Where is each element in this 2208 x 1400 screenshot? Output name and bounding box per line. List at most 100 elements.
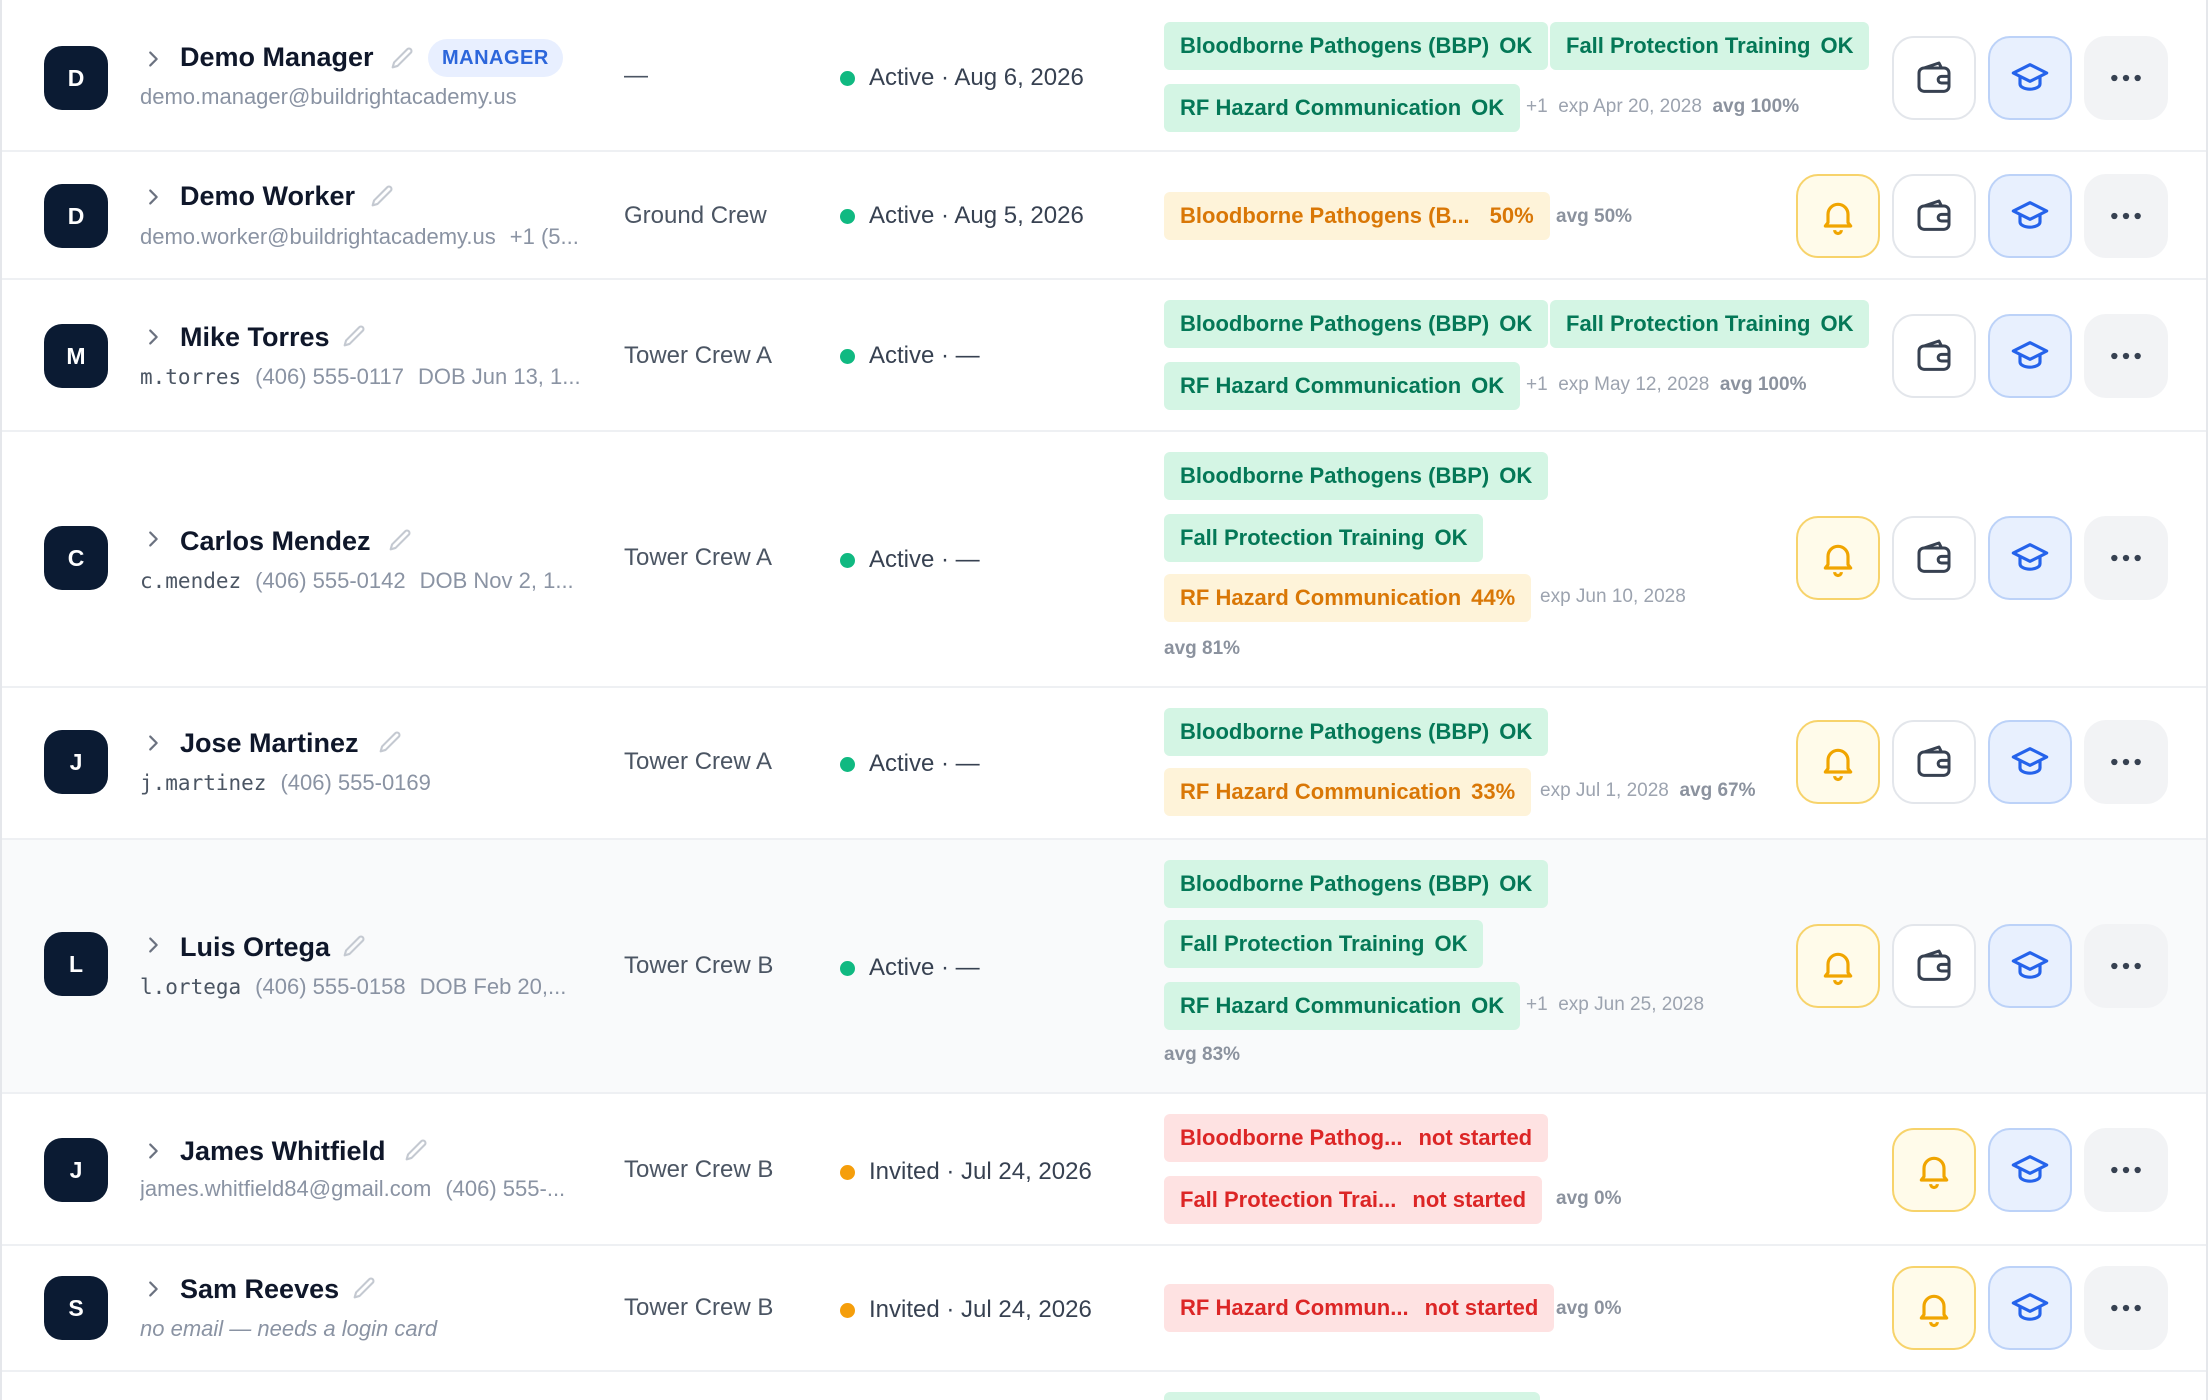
cert-badge: Bloodborne Pathogens (BBP) OK [1164, 860, 1549, 908]
chevron-right-icon[interactable] [142, 528, 164, 550]
chevron-right-icon[interactable] [142, 1140, 164, 1162]
pencil-icon[interactable] [402, 1136, 430, 1164]
chevron-right-icon[interactable] [142, 934, 164, 956]
graduation-cap-icon [2011, 1155, 2049, 1183]
training-button[interactable] [1988, 1128, 2072, 1212]
cert-badge: Fall Protection Training OK [1164, 920, 1484, 968]
more-options-button[interactable] [2084, 924, 2168, 1008]
pencil-icon[interactable] [386, 526, 414, 554]
graduation-cap-icon [2011, 951, 2049, 979]
table-row: S Sam Reeves no email — needs a login ca… [2, 1246, 2206, 1372]
pencil-icon[interactable] [340, 932, 368, 960]
contact-line: l.ortega (406) 555-0158 DOB Feb 20,... [140, 974, 567, 999]
more-options-button[interactable] [2084, 720, 2168, 804]
table-row: L Luis Ortega l.ortega (406) 555-0158 DOB … [2, 840, 2206, 1094]
remind-button[interactable] [1796, 516, 1880, 600]
training-button[interactable] [1988, 174, 2072, 258]
bell-icon [1823, 748, 1853, 781]
status-dot [840, 208, 855, 224]
pencil-icon[interactable] [388, 44, 416, 72]
status-dot [840, 552, 855, 568]
cert-meta: avg 0% [1556, 1298, 1622, 1319]
remind-button[interactable] [1892, 1266, 1976, 1350]
chevron-right-icon[interactable] [142, 732, 164, 754]
cert-badge: Fall Protection Training OK [1164, 514, 1484, 562]
person-name[interactable]: Carlos Mendez [180, 526, 371, 557]
training-button[interactable] [1988, 314, 2072, 398]
table-row: D Demo Manager MANAGER demo.manager@buil… [2, 0, 2206, 152]
avatar: S [44, 1276, 108, 1340]
status-dot [840, 1302, 855, 1318]
more-options-button[interactable] [2084, 314, 2168, 398]
cert-meta: +1 exp Jun 25, 2028 [1526, 994, 1705, 1015]
cert-meta: +1 exp Apr 20, 2028 avg 100% [1526, 96, 1800, 117]
wallet-button[interactable] [1892, 36, 1976, 120]
status-dot [840, 960, 855, 976]
remind-button[interactable] [1796, 174, 1880, 258]
wallet-icon [1917, 199, 1951, 231]
remind-button[interactable] [1796, 720, 1880, 804]
wallet-button[interactable] [1892, 174, 1976, 258]
cert-badge: RF Hazard Communication 44% [1164, 574, 1532, 622]
person-name[interactable]: Luis Ortega [180, 932, 330, 963]
more-options-button[interactable] [2084, 516, 2168, 600]
remind-button[interactable] [1796, 924, 1880, 1008]
wallet-button[interactable] [1892, 924, 1976, 1008]
chevron-right-icon[interactable] [142, 186, 164, 208]
training-button[interactable] [1988, 36, 2072, 120]
person-name[interactable]: Sam Reeves [180, 1274, 339, 1305]
cert-badge: RF Hazard Communication OK [1164, 982, 1521, 1030]
crew-table: D Demo Manager MANAGER demo.manager@buil… [0, 0, 2208, 1400]
cert-meta: +1 exp May 12, 2028 avg 100% [1526, 374, 1807, 395]
more-horizontal-icon [2111, 1166, 2141, 1174]
chevron-right-icon[interactable] [142, 1278, 164, 1300]
wallet-button[interactable] [1892, 314, 1976, 398]
more-options-button[interactable] [2084, 1266, 2168, 1350]
more-horizontal-icon [2111, 758, 2141, 766]
manager-badge: MANAGER [428, 39, 563, 77]
graduation-cap-icon [2011, 543, 2049, 571]
table-row: C Carlos Mendez c.mendez (406) 555-0142 DO… [2, 432, 2206, 688]
avatar: J [44, 730, 108, 794]
wallet-button[interactable] [1892, 516, 1976, 600]
status-dot [840, 70, 855, 86]
pencil-icon[interactable] [368, 182, 396, 210]
pencil-icon[interactable] [376, 728, 404, 756]
contact-line: james.whitfield84@gmail.com (406) 555-... [140, 1176, 566, 1201]
person-name[interactable]: Jose Martinez [180, 728, 359, 759]
more-options-button[interactable] [2084, 174, 2168, 258]
contact-line: demo.worker@buildrightacademy.us +1 (5... [140, 224, 579, 249]
chevron-right-icon[interactable] [142, 48, 164, 70]
avatar: M [44, 324, 108, 388]
status-text: Active · — [840, 546, 980, 574]
pencil-icon[interactable] [340, 322, 368, 350]
more-horizontal-icon [2111, 962, 2141, 970]
crew-name: Tower Crew A [624, 748, 773, 775]
training-button[interactable] [1988, 1266, 2072, 1350]
cert-avg: avg 81% [1164, 638, 1241, 659]
table-row: D Demo Worker demo.worker@buildrightacad… [2, 152, 2206, 280]
cert-meta: exp Jul 1, 2028 avg 67% [1540, 780, 1756, 801]
more-horizontal-icon [2111, 212, 2141, 220]
person-name[interactable]: James Whitfield [180, 1136, 386, 1167]
contact-line: m.torres (406) 555-0117 DOB Jun 13, 1... [140, 364, 581, 389]
training-button[interactable] [1988, 720, 2072, 804]
pencil-icon[interactable] [350, 1274, 378, 1302]
chevron-right-icon[interactable] [142, 326, 164, 348]
graduation-cap-icon [2011, 63, 2049, 91]
wallet-button[interactable] [1892, 720, 1976, 804]
person-name[interactable]: Mike Torres [180, 322, 330, 353]
status-text: Active · — [840, 750, 980, 778]
status-text: Active · — [840, 954, 980, 982]
training-button[interactable] [1988, 516, 2072, 600]
training-button[interactable] [1988, 924, 2072, 1008]
graduation-cap-icon [2011, 747, 2049, 775]
remind-button[interactable] [1892, 1128, 1976, 1212]
more-options-button[interactable] [2084, 1128, 2168, 1212]
wallet-icon [1917, 949, 1951, 981]
person-name[interactable]: Demo Manager [180, 42, 374, 73]
status-dot [840, 1164, 855, 1180]
person-name[interactable]: Demo Worker [180, 181, 355, 212]
more-horizontal-icon [2111, 352, 2141, 360]
more-options-button[interactable] [2084, 36, 2168, 120]
